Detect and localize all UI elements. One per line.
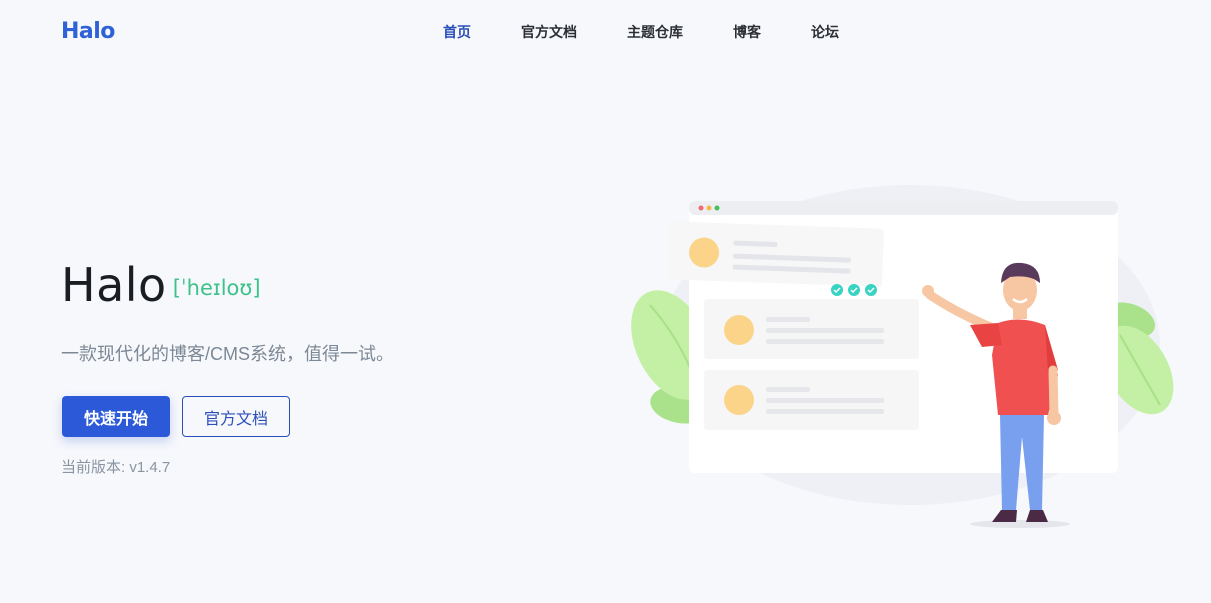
window-close-dot: [698, 205, 704, 211]
floating-card: [667, 221, 884, 287]
nav-item-docs[interactable]: 官方文档: [521, 22, 577, 42]
list-card-2: [704, 370, 919, 430]
hero-title-text: Halo: [61, 258, 167, 312]
hero-title: Halo [ˈheɪloʊ]: [61, 258, 261, 312]
halo-logo[interactable]: Halo: [61, 19, 115, 44]
version-label: 当前版本: v1.4.7: [61, 459, 171, 476]
nav-item-blog[interactable]: 博客: [733, 22, 761, 42]
hero-phonetic: [ˈheɪloʊ]: [172, 276, 261, 300]
hero-subtitle: 一款现代化的博客/CMS系统，值得一试。: [61, 344, 394, 364]
person-presenting-browser-illustration: [631, 185, 1174, 528]
nav-item-forum[interactable]: 论坛: [811, 22, 839, 42]
list-card-1: [704, 299, 919, 359]
quick-start-button[interactable]: 快速开始: [62, 396, 170, 437]
top-navbar: Halo 首页 官方文档 主题仓库 博客 论坛: [0, 0, 1211, 62]
official-docs-button[interactable]: 官方文档: [182, 396, 290, 437]
nav-item-themes[interactable]: 主题仓库: [627, 22, 683, 42]
check-badges: [831, 284, 877, 296]
window-maximize-dot: [714, 205, 720, 211]
nav-item-home[interactable]: 首页: [443, 22, 471, 42]
window-minimize-dot: [706, 205, 712, 211]
